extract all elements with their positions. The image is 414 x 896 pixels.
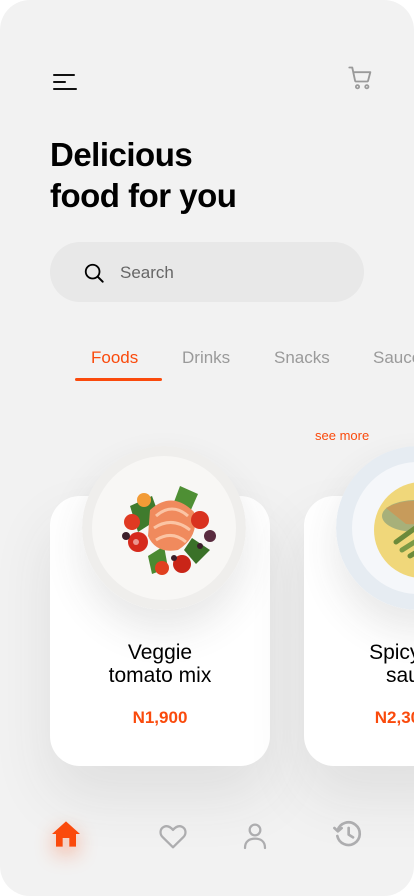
product-name-line: tomato mix bbox=[108, 664, 212, 687]
tab-snacks[interactable]: Snacks bbox=[274, 348, 330, 368]
cart-button[interactable] bbox=[347, 64, 375, 92]
menu-line-icon bbox=[53, 88, 77, 90]
menu-line-icon bbox=[53, 74, 75, 76]
home-icon[interactable] bbox=[50, 818, 82, 850]
heart-icon[interactable] bbox=[157, 820, 189, 852]
menu-line-icon bbox=[53, 81, 66, 83]
product-name: Spicy fish sauce bbox=[304, 641, 414, 687]
product-price: N1,900 bbox=[132, 708, 188, 727]
user-icon[interactable] bbox=[239, 820, 271, 852]
see-more-link[interactable]: see more bbox=[315, 428, 369, 443]
veggie-tomato-dish-image bbox=[82, 446, 246, 610]
search-bar[interactable] bbox=[50, 242, 364, 302]
product-name: Veggie tomato mix bbox=[50, 641, 270, 687]
search-input[interactable] bbox=[118, 256, 342, 290]
app-screen: Delicious food for you Foods Drinks Snac… bbox=[0, 0, 414, 896]
product-name-line: Spicy fish bbox=[369, 641, 414, 664]
search-icon bbox=[84, 263, 104, 283]
page-title-line: Delicious bbox=[50, 136, 193, 173]
shopping-cart-icon bbox=[348, 66, 372, 90]
tab-foods[interactable]: Foods bbox=[91, 348, 138, 368]
page-title: Delicious food for you bbox=[50, 134, 237, 216]
tab-sauce[interactable]: Sauce bbox=[373, 348, 414, 368]
tab-drinks[interactable]: Drinks bbox=[182, 348, 230, 368]
product-name-line: Veggie bbox=[127, 641, 193, 664]
history-icon[interactable] bbox=[332, 818, 364, 850]
category-tabs: Foods Drinks Snacks Sauce bbox=[0, 346, 414, 386]
menu-button[interactable] bbox=[53, 72, 79, 92]
page-title-line: food for you bbox=[50, 177, 237, 214]
product-price: N2,300.99 bbox=[374, 708, 414, 727]
product-name-line: sauce bbox=[385, 664, 414, 687]
active-tab-indicator bbox=[75, 378, 162, 381]
